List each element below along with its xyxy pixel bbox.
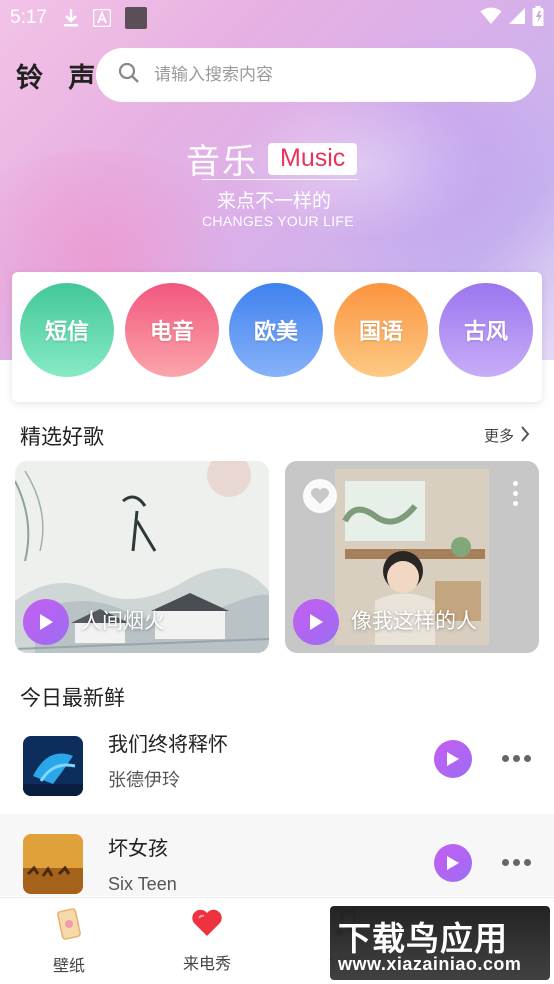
play-button[interactable] [23, 599, 69, 645]
featured-card-1[interactable]: 人间烟火 [15, 461, 269, 653]
wifi-icon [480, 7, 502, 29]
play-icon [40, 614, 53, 630]
favorite-heart-icon[interactable] [303, 479, 337, 513]
song-row[interactable]: 我们终将释怀 张德伊玲 [0, 724, 554, 804]
category-duanxin[interactable]: 短信 [20, 283, 114, 377]
status-right-icons [480, 6, 544, 30]
banner-title-cn: 音乐 [186, 142, 258, 182]
category-label: 古风 [463, 320, 508, 345]
banner-title: 音乐 Music [186, 134, 358, 183]
more-options-icon[interactable] [513, 481, 519, 506]
tab-label: 壁纸 [52, 956, 85, 975]
card-title: 人间烟火 [81, 609, 165, 633]
watermark-title: 下载鸟应用 [338, 919, 508, 958]
song-title: 坏女孩 [108, 836, 168, 860]
play-icon [447, 856, 459, 870]
featured-title: 精选好歌 [20, 425, 104, 449]
song-title: 我们终将释怀 [108, 732, 228, 756]
more-options-icon[interactable] [502, 755, 531, 762]
top-bar: 铃 声 [0, 48, 554, 102]
download-icon [63, 8, 79, 28]
tab-label: 来电秀 [182, 954, 231, 973]
banner-subtitle-text: 来点不一样的 [217, 190, 332, 212]
status-bar: 5:17 [0, 0, 554, 36]
latest-title: 今日最新鲜 [20, 686, 125, 710]
signal-icon [508, 7, 526, 29]
chevron-right-icon [520, 425, 530, 446]
song-row[interactable]: 坏女孩 Six Teen [0, 814, 554, 896]
category-label: 欧美 [253, 320, 298, 345]
font-app-icon [92, 9, 111, 27]
banner-music-badge: Music [268, 142, 358, 175]
status-time: 5:17 [10, 7, 47, 28]
tab-wallpaper[interactable]: 壁纸 [14, 908, 124, 976]
play-button[interactable] [434, 740, 472, 778]
play-icon [447, 752, 459, 766]
song-artist: 张德伊玲 [108, 770, 180, 791]
category-panel: 短信 电音 欧美 国语 古风 [12, 272, 542, 402]
category-label: 电音 [149, 320, 194, 345]
search-icon [118, 62, 140, 88]
play-button[interactable] [434, 844, 472, 882]
category-oumei[interactable]: 欧美 [229, 283, 323, 377]
category-guoyu[interactable]: 国语 [334, 283, 428, 377]
wallpaper-icon [56, 908, 82, 944]
banner-tagline: CHANGES YOUR LIFE [202, 213, 354, 229]
more-label: 更多 [483, 427, 514, 445]
play-button[interactable] [293, 599, 339, 645]
search-bar[interactable] [96, 48, 536, 102]
search-input[interactable] [154, 65, 474, 85]
card-title: 像我这样的人 [351, 609, 477, 633]
category-label: 国语 [358, 320, 403, 345]
watermark-url: www.xiazainiao.com [338, 954, 522, 974]
more-options-icon[interactable] [502, 859, 531, 866]
notification-square-icon [124, 7, 147, 29]
featured-card-2[interactable]: 像我这样的人 [285, 461, 539, 653]
heart-icon [191, 909, 223, 942]
song-artist: Six Teen [108, 874, 177, 894]
play-icon [310, 614, 323, 630]
more-link[interactable]: 更多 [484, 425, 530, 446]
song-cover [23, 736, 83, 796]
song-cover [23, 834, 83, 894]
battery-icon [532, 6, 544, 30]
category-dianyin[interactable]: 电音 [125, 283, 219, 377]
app-brand: 铃 声 [16, 62, 104, 94]
tab-caller-show[interactable]: 来电秀 [152, 908, 262, 974]
category-gufeng[interactable]: 古风 [439, 283, 533, 377]
watermark-logo: 下载鸟应用 www.xiazainiao.com [330, 906, 550, 980]
banner-divider [202, 179, 358, 180]
category-label: 短信 [44, 320, 89, 345]
